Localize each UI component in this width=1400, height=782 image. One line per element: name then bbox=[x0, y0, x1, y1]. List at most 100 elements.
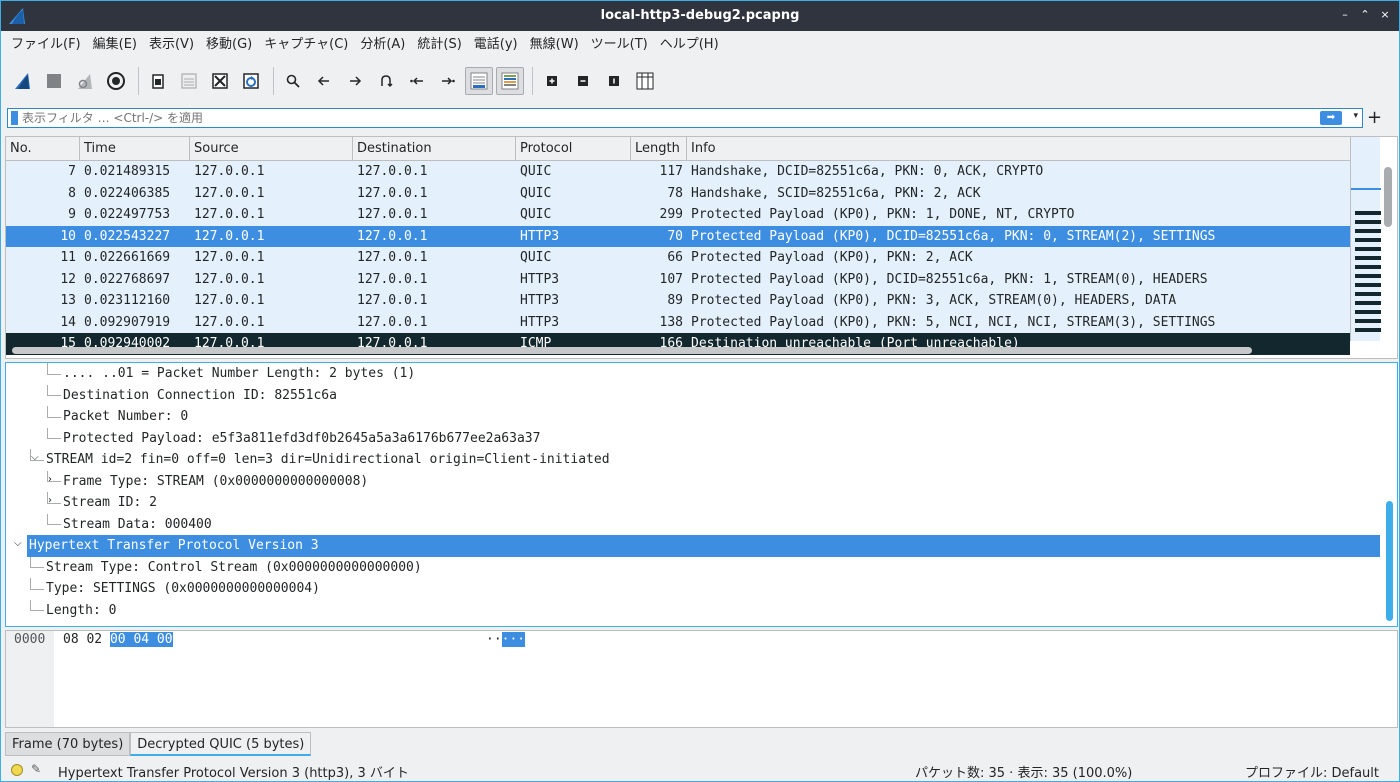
menu-analyze[interactable]: 分析(A) bbox=[354, 31, 411, 59]
maximize-button[interactable]: ⌃ bbox=[1357, 7, 1373, 23]
reload-file-button[interactable] bbox=[237, 67, 265, 95]
toolbar-separator bbox=[532, 67, 533, 95]
capture-options-button[interactable] bbox=[102, 67, 130, 95]
bytes-ascii[interactable]: ····· bbox=[486, 632, 526, 647]
zoom-in-button[interactable] bbox=[538, 67, 566, 95]
packet-info: Protected Payload (KP0), PKN: 5, NCI, NC… bbox=[691, 314, 1216, 330]
display-filter-input[interactable] bbox=[22, 110, 1312, 126]
go-back-button[interactable] bbox=[310, 67, 338, 95]
packet-row[interactable]: 10 0.022543227 127.0.0.1 127.0.0.1 HTTP3 70 Pr… bbox=[6, 225, 1350, 247]
save-file-button[interactable] bbox=[175, 67, 203, 95]
column-time[interactable]: Time bbox=[80, 137, 190, 161]
tab-frame-bytes[interactable]: Frame (70 bytes) bbox=[5, 732, 131, 756]
normal-size-button[interactable] bbox=[600, 67, 628, 95]
details-tree-item[interactable]: .... ..01 = Packet Number Length: 2 byte… bbox=[63, 363, 415, 385]
packet-row[interactable]: 7 0.021489315 127.0.0.1 127.0.0.1 QUIC 117 Han… bbox=[6, 161, 1350, 183]
find-packet-button[interactable] bbox=[279, 67, 307, 95]
menu-wireless[interactable]: 無線(W) bbox=[524, 31, 585, 59]
menu-view[interactable]: 表示(V) bbox=[143, 31, 200, 59]
filter-bookmark-icon[interactable] bbox=[11, 111, 18, 125]
details-tree-item[interactable]: STREAM id=2 fin=0 off=0 len=3 dir=Unidir… bbox=[46, 449, 610, 471]
details-tree-item[interactable]: Frame Type: STREAM (0x0000000000000008) bbox=[63, 471, 368, 493]
close-file-icon bbox=[212, 73, 228, 89]
column-source[interactable]: Source bbox=[190, 137, 353, 161]
filter-history-chevron-down-icon[interactable]: ▾ bbox=[1353, 111, 1358, 121]
tree-connector bbox=[30, 578, 31, 589]
details-tree-item[interactable]: Type: SETTINGS (0x0000000000000004) bbox=[46, 578, 320, 600]
packet-minimap[interactable] bbox=[1350, 137, 1381, 341]
packet-info: Protected Payload (KP0), PKN: 1, DONE, N… bbox=[691, 207, 1075, 222]
bytes-ascii-plain[interactable]: ·· bbox=[486, 632, 502, 647]
packet-row[interactable]: 12 0.022768697 127.0.0.1 127.0.0.1 HTTP3 107 P… bbox=[6, 268, 1350, 290]
tree-connector bbox=[47, 438, 61, 440]
chevron-down-icon[interactable]: ⌵ bbox=[31, 452, 39, 463]
menu-telephony[interactable]: 電話(y) bbox=[468, 31, 524, 59]
bytes-ascii-highlight[interactable]: ··· bbox=[501, 632, 526, 647]
packet-row[interactable]: 14 0.092907919 127.0.0.1 127.0.0.1 HTTP3 138 P… bbox=[6, 311, 1350, 333]
chevron-right-icon[interactable]: › bbox=[48, 495, 52, 506]
details-tree-item[interactable]: Protected Payload: e5f3a811efd3df0b2645a… bbox=[63, 428, 540, 450]
open-file-button[interactable] bbox=[144, 67, 172, 95]
menu-edit[interactable]: 編集(E) bbox=[87, 31, 143, 59]
details-tree-item[interactable]: Length: 0 bbox=[46, 600, 116, 622]
title-bar: local-http3-debug2.pcapng – ⌃ × bbox=[1, 1, 1399, 31]
stop-capture-button[interactable] bbox=[40, 67, 68, 95]
tree-connector bbox=[30, 599, 31, 611]
tab-decrypted-quic-bytes[interactable]: Decrypted QUIC (5 bytes) bbox=[130, 732, 312, 756]
resize-columns-button[interactable] bbox=[631, 67, 659, 95]
packet-list-vertical-scrollbar[interactable] bbox=[1384, 167, 1392, 227]
edit-comment-pencil-icon[interactable]: ✎ bbox=[31, 762, 41, 776]
details-tree-item[interactable]: Stream Type: Control Stream (0x000000000… bbox=[46, 557, 422, 579]
details-vertical-scrollbar[interactable] bbox=[1386, 501, 1393, 621]
details-tree-item[interactable]: Destination Connection ID: 82551c6a bbox=[63, 385, 337, 407]
details-tree-item[interactable]: Stream Data: 000400 bbox=[63, 514, 212, 536]
zoom-out-button[interactable] bbox=[569, 67, 597, 95]
first-packet-button[interactable] bbox=[403, 67, 431, 95]
menu-capture[interactable]: キャプチャ(C) bbox=[258, 31, 354, 59]
add-filter-button[interactable]: + bbox=[1367, 107, 1382, 128]
start-capture-button[interactable] bbox=[9, 67, 37, 95]
column-length[interactable]: Length bbox=[631, 137, 687, 161]
packet-time: 0.022661669 bbox=[84, 250, 171, 265]
chevron-right-icon[interactable]: › bbox=[48, 474, 52, 485]
minimize-button[interactable]: – bbox=[1337, 7, 1353, 23]
bytes-hex-plain[interactable]: 08 02 bbox=[63, 632, 110, 647]
packet-time: 0.022543227 bbox=[84, 228, 171, 244]
close-file-button[interactable] bbox=[206, 67, 234, 95]
packet-length: 107 bbox=[659, 271, 683, 287]
column-info[interactable]: Info bbox=[687, 137, 1350, 161]
packet-row[interactable]: 8 0.022406385 127.0.0.1 127.0.0.1 QUIC 78 Hand… bbox=[6, 182, 1350, 204]
expert-info-led-icon[interactable] bbox=[11, 764, 23, 776]
details-tree-item[interactable]: Packet Number: 0 bbox=[63, 406, 188, 428]
packet-row[interactable]: 13 0.023112160 127.0.0.1 127.0.0.1 HTTP3 89 Pr… bbox=[6, 290, 1350, 312]
packet-row[interactable]: 11 0.022661669 127.0.0.1 127.0.0.1 QUIC 66 Pro… bbox=[6, 247, 1350, 269]
colorize-icon bbox=[501, 72, 519, 90]
packet-list-horizontal-scrollbar[interactable] bbox=[12, 347, 1252, 354]
menu-go[interactable]: 移動(G) bbox=[200, 31, 258, 59]
packet-source: 127.0.0.1 bbox=[194, 250, 265, 265]
column-protocol[interactable]: Protocol bbox=[516, 137, 631, 161]
close-window-button[interactable]: × bbox=[1377, 7, 1393, 23]
chevron-down-icon[interactable]: ⌵ bbox=[14, 538, 22, 549]
details-tree-item[interactable]: Stream ID: 2 bbox=[63, 492, 157, 514]
menu-help[interactable]: ヘルプ(H) bbox=[654, 31, 725, 59]
go-to-packet-button[interactable] bbox=[372, 67, 400, 95]
column-destination[interactable]: Destination bbox=[353, 137, 516, 161]
bytes-hex-highlight[interactable]: 00 04 00 bbox=[109, 632, 173, 647]
column-no[interactable]: No. bbox=[6, 137, 80, 161]
menu-file[interactable]: ファイル(F) bbox=[5, 31, 87, 59]
packet-details-tree: .... ..01 = Packet Number Length: 2 byte… bbox=[5, 362, 1398, 627]
menu-statistics[interactable]: 統計(S) bbox=[411, 31, 467, 59]
colorize-toggle[interactable] bbox=[496, 67, 524, 95]
menu-tools[interactable]: ツール(T) bbox=[585, 31, 654, 59]
autoscroll-toggle[interactable] bbox=[465, 67, 493, 95]
bytes-hex[interactable]: 08 02 00 04 00 bbox=[63, 632, 173, 647]
apply-filter-arrow-icon[interactable]: ➡ bbox=[1320, 111, 1342, 125]
profile-status[interactable]: プロファイル: Default bbox=[1245, 762, 1379, 781]
last-packet-button[interactable] bbox=[434, 67, 462, 95]
packet-row[interactable]: 9 0.022497753 127.0.0.1 127.0.0.1 QUIC 299 Pro… bbox=[6, 204, 1350, 226]
details-tree-item[interactable]: Hypertext Transfer Protocol Version 3 bbox=[27, 535, 1380, 557]
packet-time: 0.092907919 bbox=[84, 314, 171, 330]
restart-capture-button[interactable] bbox=[71, 67, 99, 95]
go-forward-button[interactable] bbox=[341, 67, 369, 95]
